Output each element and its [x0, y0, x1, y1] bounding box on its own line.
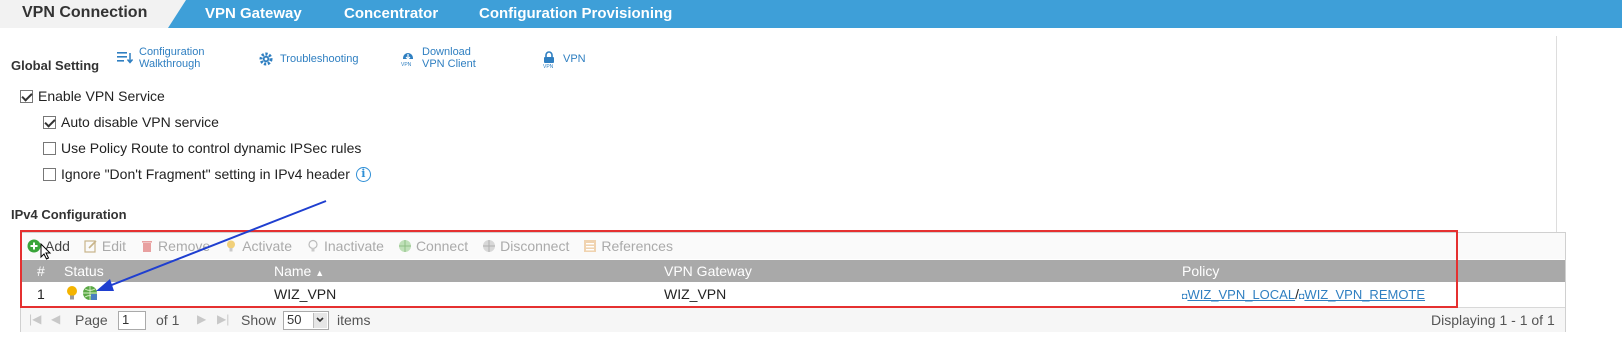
mouse-cursor-icon: [40, 243, 52, 260]
annotation-arrow: [96, 200, 327, 291]
